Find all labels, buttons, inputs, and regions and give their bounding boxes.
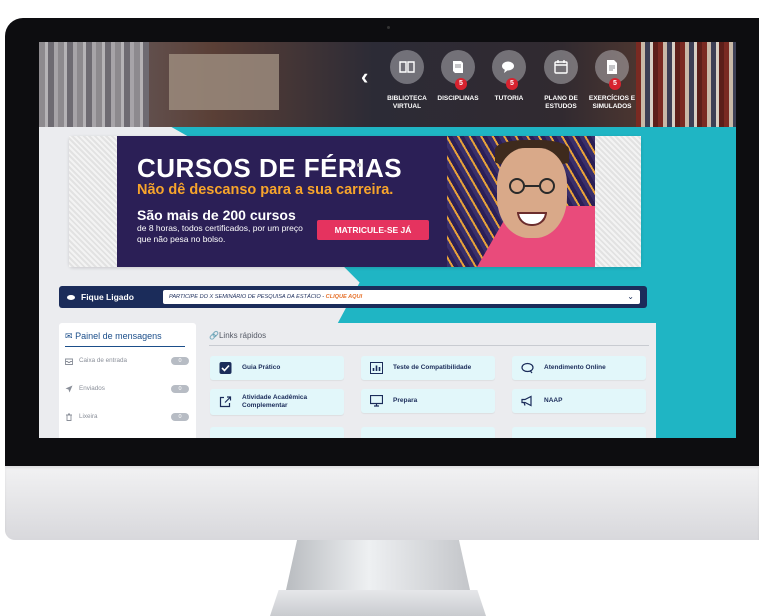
quick-link-label: Prepara — [393, 397, 418, 404]
monitor-stand — [286, 540, 470, 590]
camera-dot — [387, 26, 390, 29]
sent-label: Enviados — [79, 385, 105, 392]
logo[interactable] — [169, 54, 279, 110]
quick-link-label: Teste de Compatibilidade — [393, 364, 472, 371]
quick-link-partial[interactable] — [361, 427, 495, 438]
announcement-dropdown[interactable]: PARTICIPE DO X SEMINÁRIO DE PESQUISA DA … — [163, 290, 640, 304]
calendar-icon — [544, 50, 578, 84]
quick-link-partial[interactable] — [512, 427, 646, 438]
eye-icon — [67, 295, 75, 301]
announcement-message: PARTICIPE DO X SEMINÁRIO DE PESQUISA DA … — [169, 294, 326, 300]
nav-tutoria[interactable]: 5 TUTORIA — [479, 50, 539, 103]
glasses-graphic — [509, 178, 555, 194]
fique-ligado-label: Fique Ligado — [67, 286, 134, 308]
quick-links-title-text: Links rápidos — [218, 331, 267, 340]
notification-badge: 5 — [455, 78, 467, 90]
chat-icon — [521, 362, 534, 374]
send-icon — [65, 385, 73, 393]
chevron-left-icon[interactable]: ‹ — [361, 66, 368, 88]
banner-decor — [69, 136, 117, 267]
bookshelf-image — [636, 42, 736, 127]
banner-decor — [595, 136, 641, 267]
screen: ‹ BIBLIOTECA VIRTUAL 5 DISCIPLINAS 5 TUT… — [39, 42, 736, 438]
monitor-icon — [370, 395, 383, 407]
book-icon — [390, 50, 424, 84]
messages-panel: ✉ Painel de mensagens Caixa de entrada 0… — [59, 323, 196, 438]
bar-chart-icon — [370, 362, 383, 374]
carousel-indicator[interactable] — [357, 163, 361, 167]
quick-links-panel: 🔗Links rápidos Guia Prático Teste de Com… — [201, 323, 656, 438]
quick-link-label: Atendimento Online — [544, 364, 606, 371]
trash-link[interactable]: Lixeira 0 — [65, 411, 189, 423]
quick-link-label: Guia Prático — [242, 364, 281, 371]
divider — [65, 346, 185, 347]
monitor-stand-base — [270, 590, 486, 616]
bookshelf-image — [39, 42, 149, 127]
monitor-chin — [5, 466, 759, 540]
quick-link-guia-pratico[interactable]: Guia Prático — [210, 356, 344, 380]
inbox-label: Caixa de entrada — [79, 357, 127, 364]
trash-label: Lixeira — [79, 413, 98, 420]
trash-icon — [66, 413, 72, 421]
envelope-icon: ✉ — [65, 331, 73, 341]
banner-subtitle: Não dê descanso para a sua carreira. — [137, 182, 394, 198]
announcement-text: PARTICIPE DO X SEMINÁRIO DE PESQUISA DA … — [169, 290, 362, 304]
quick-link-atividade-academica-complementar[interactable]: Atividade Acadêmica Complementar — [210, 389, 344, 415]
quick-link-prepara[interactable]: Prepara — [361, 389, 495, 413]
chevron-down-icon[interactable]: ⌄ — [627, 292, 634, 301]
quick-link-partial[interactable] — [210, 427, 344, 438]
quick-link-teste-de-compatibilidade[interactable]: Teste de Compatibilidade — [361, 356, 495, 380]
banner-description: de 8 horas, todos certificados, por um p… — [137, 223, 303, 244]
nav-exercicios-e-simulados[interactable]: 5 EXERCÍCIOS E SIMULADOS — [582, 50, 642, 111]
fique-ligado-text: Fique Ligado — [81, 292, 134, 302]
fique-ligado-bar: Fique Ligado PARTICIPE DO X SEMINÁRIO DE… — [59, 286, 647, 308]
notification-badge: 5 — [609, 78, 621, 90]
inbox-link[interactable]: Caixa de entrada 0 — [65, 355, 189, 367]
messages-title-text: Painel de mensagens — [75, 331, 162, 341]
enroll-button[interactable]: MATRICULE-SE JÁ — [317, 220, 429, 240]
divider — [209, 345, 649, 346]
quick-link-naap[interactable]: NAAP — [512, 389, 646, 413]
quick-link-atendimento-online[interactable]: Atendimento Online — [512, 356, 646, 380]
inbox-icon — [65, 358, 73, 365]
megaphone-icon — [521, 395, 532, 407]
sent-count: 0 — [171, 385, 189, 393]
sent-link[interactable]: Enviados 0 — [65, 383, 189, 395]
books-icon: 5 — [441, 50, 475, 90]
banner-course-count: São mais de 200 cursos — [137, 207, 296, 223]
quick-link-label: Atividade Acadêmica Complementar — [242, 394, 308, 409]
announcement-link[interactable]: CLIQUE AQUI — [326, 294, 362, 300]
quick-links-title: 🔗Links rápidos — [209, 331, 266, 341]
checkbox-icon — [219, 362, 232, 374]
banner-title: CURSOS DE FÉRIAS — [137, 153, 403, 183]
promo-banner[interactable]: CURSOS DE FÉRIAS Não dê descanso para a … — [117, 136, 595, 267]
messages-panel-title: ✉ Painel de mensagens — [65, 331, 162, 342]
header-bar: ‹ BIBLIOTECA VIRTUAL 5 DISCIPLINAS 5 TUT… — [39, 42, 736, 127]
chat-icon: 5 — [492, 50, 526, 90]
document-icon: 5 — [595, 50, 629, 90]
nav-label: TUTORIA — [494, 95, 524, 102]
trash-count: 0 — [171, 413, 189, 421]
link-icon: 🔗 — [209, 331, 219, 340]
notification-badge: 5 — [506, 78, 518, 90]
nav-label: EXERCÍCIOS E SIMULADOS — [588, 95, 636, 110]
quick-link-label: NAAP — [544, 397, 563, 404]
inbox-count: 0 — [171, 357, 189, 365]
external-link-icon — [219, 396, 232, 408]
